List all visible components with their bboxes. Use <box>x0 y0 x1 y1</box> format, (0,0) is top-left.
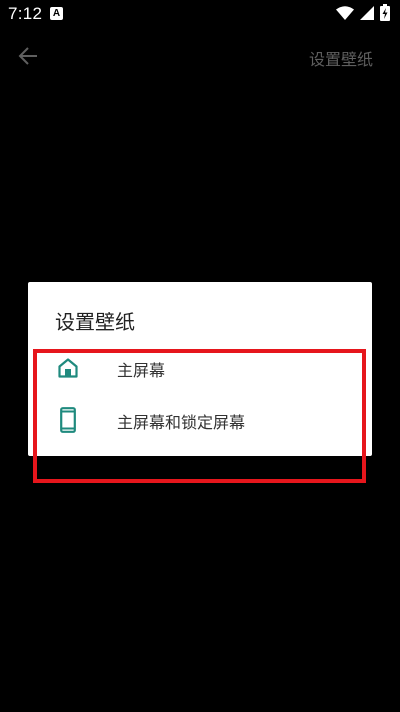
option-home-screen[interactable]: 主屏幕 <box>28 342 372 394</box>
battery-charging-icon <box>380 3 390 25</box>
status-time: 7:12 <box>8 4 43 23</box>
option-home-and-lock-screen[interactable]: 主屏幕和锁定屏幕 <box>28 394 372 446</box>
set-wallpaper-dialog: 设置壁纸 主屏幕 主屏幕和锁定屏幕 <box>28 282 372 456</box>
status-bar: 7:12 A <box>0 0 400 30</box>
back-button[interactable] <box>14 44 42 72</box>
phone-icon <box>56 406 80 434</box>
wallpaper-preview-screen: 7:12 A 设置壁纸 设置壁纸 主屏幕 主屏幕和锁定屏幕 <box>0 0 400 712</box>
arrow-back-icon <box>18 46 38 70</box>
home-icon <box>56 354 80 382</box>
dialog-title: 设置壁纸 <box>55 310 135 334</box>
signal-icon <box>360 5 374 24</box>
set-wallpaper-action[interactable]: 设置壁纸 <box>309 46 373 70</box>
option-label: 主屏幕 <box>117 361 166 380</box>
notification-icon: A <box>50 7 63 20</box>
wifi-icon <box>336 5 354 24</box>
status-icons <box>336 3 390 25</box>
option-label: 主屏幕和锁定屏幕 <box>117 413 246 432</box>
app-bar: 设置壁纸 <box>0 30 400 86</box>
